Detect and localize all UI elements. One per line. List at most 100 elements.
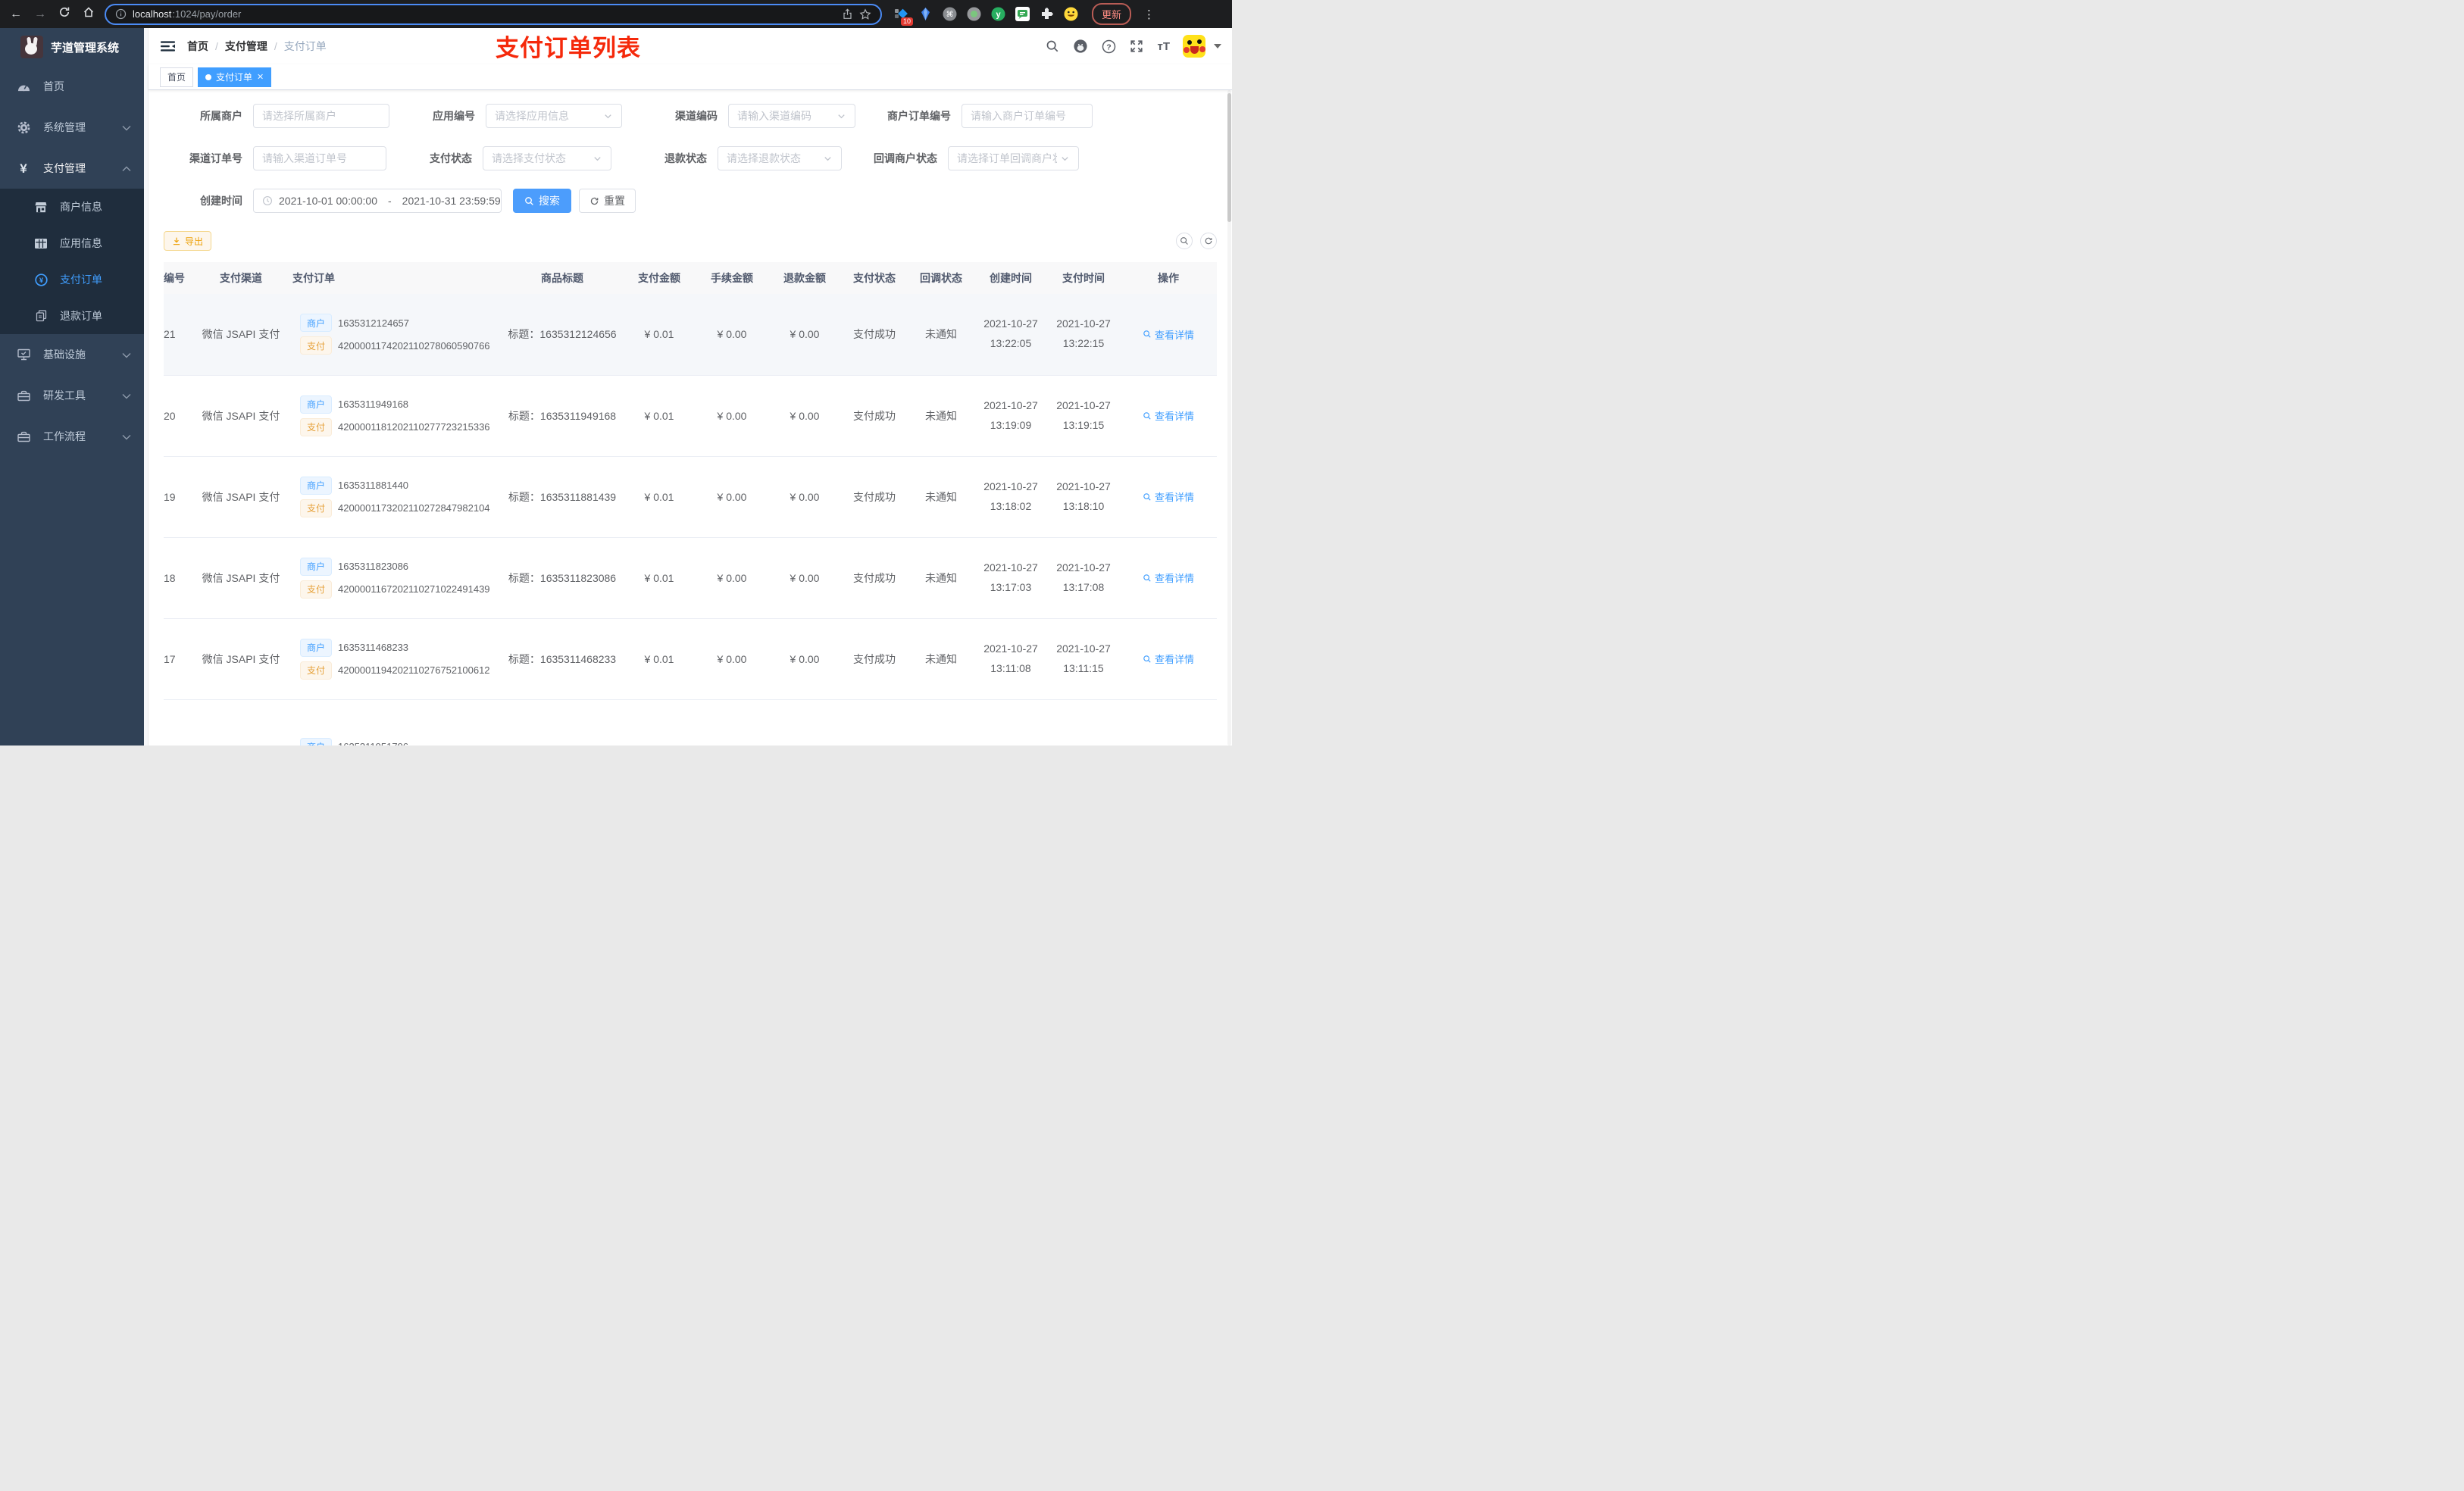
sidebar-item-payment[interactable]: ¥ 支付管理 [0,148,144,189]
window-scrollbar[interactable] [1227,90,1231,746]
breadcrumb-payment[interactable]: 支付管理 [225,39,267,54]
app-select[interactable]: 请选择应用信息 [486,104,622,128]
field-label: 回调商户状态 [874,152,937,164]
ext-command-icon[interactable]: ⌘ [943,7,957,21]
chevron-up-icon [122,162,131,174]
avatar[interactable] [1183,35,1205,58]
sidebar-item-devtools[interactable]: 研发工具 [0,375,144,416]
sidebar-item-app-info[interactable]: 应用信息 [0,225,144,261]
back-icon[interactable]: ← [8,8,24,21]
active-dot [205,73,212,80]
view-details-link[interactable]: 查看详情 [1143,570,1194,585]
yen-icon: ¥ [20,161,27,176]
reload-icon[interactable] [56,6,73,22]
ext-chat-icon[interactable] [1015,7,1030,21]
table-row[interactable]: 18 微信 JSAPI 支付 商户 1635311823086 支付 4200001… [164,537,1217,619]
screen: ← → localhost:1024/pay/order 10 ⌘ y 更新 … [0,0,1232,746]
refund-status-select[interactable]: 请选择退款状态 [718,146,842,170]
font-size-icon[interactable]: ᴛT [1157,40,1170,53]
close-icon[interactable]: ✕ [257,72,264,82]
pay-tag: 支付 [300,661,333,680]
table-row[interactable]: 20 微信 JSAPI 支付 商户 1635311949168 支付 4200001… [164,375,1217,457]
app-shell: 芋道管理系统 首页 系统管理 ¥ 支付管理 商户信息 应用信息 ¥ 支付订单 退… [0,28,1232,746]
pay-status-select[interactable]: 请选择支付状态 [483,146,611,170]
export-button[interactable]: 导出 [164,231,212,251]
search-icon[interactable] [1045,39,1060,54]
channel-order-no-input[interactable]: 请输入渠道订单号 [253,146,386,170]
ext-emoji-icon[interactable] [1064,7,1078,21]
ext-diamond-icon[interactable]: 10 [894,7,913,26]
table-row-partial[interactable]: 商户 1635311951796 [164,699,1217,746]
col-order: 支付订单 [288,262,502,294]
cell-amount: ¥ 0.01 [623,294,696,376]
caret-down-icon[interactable] [1214,44,1221,48]
sidebar-item-home[interactable]: 首页 [0,66,144,107]
channel-order-no: 4200001194202110276752100612 [338,664,490,676]
ext-y-icon[interactable]: y [991,7,1005,21]
cell-notify-status: 未通知 [908,294,974,376]
ext-record-icon[interactable] [967,7,981,21]
sidebar-item-infra[interactable]: 基础设施 [0,334,144,375]
channel-order-no: 4200001181202110277723215336 [338,421,490,433]
channel-code-select[interactable]: 请输入渠道编码 [728,104,855,128]
merchant-order-no-input[interactable]: 请输入商户订单编号 [962,104,1093,128]
fullscreen-icon[interactable] [1129,39,1144,54]
tab-pay-order[interactable]: 支付订单 ✕ [198,67,272,87]
view-details-link[interactable]: 查看详情 [1143,489,1194,504]
sidebar-item-pay-order[interactable]: ¥ 支付订单 [0,261,144,298]
cell-created: 2021-10-27 13:17:03 [974,537,1047,619]
chevron-down-icon [593,154,602,164]
breadcrumb-home[interactable]: 首页 [187,39,208,54]
table-row[interactable]: 21 微信 JSAPI 支付 商户 1635312124657 支付 4200001… [164,294,1217,376]
notify-status-select[interactable]: 请选择订单回调商户状态 [948,146,1079,170]
page-title-annotation: 支付订单列表 [496,35,641,61]
hamburger-icon[interactable] [161,40,175,52]
date-range-input[interactable]: 2021-10-01 00:00:00 - 2021-10-31 23:59:5… [253,189,502,213]
github-icon[interactable] [1073,39,1088,54]
refresh-button[interactable] [1200,233,1217,249]
view-details-link[interactable]: 查看详情 [1143,327,1194,342]
table-row[interactable]: 19 微信 JSAPI 支付 商户 1635311881440 支付 4200001… [164,456,1217,538]
view-details-label: 查看详情 [1154,411,1194,422]
col-pay-status: 支付状态 [841,262,908,294]
filter-row-1: 所属商户 请选择所属商户 应用编号 请选择应用信息 渠道编码 请输入渠道编码 商… [164,104,1217,128]
date-separator: - [388,195,392,207]
view-details-link[interactable]: 查看详情 [1143,408,1194,423]
view-details-link[interactable]: 查看详情 [1143,652,1194,666]
ext-puzzle-icon[interactable] [1040,7,1054,21]
sidebar-item-workflow[interactable]: 工作流程 [0,416,144,457]
view-details-label: 查看详情 [1154,329,1194,341]
chevron-down-icon [122,430,131,442]
tab-home[interactable]: 首页 [160,67,194,87]
url-bar[interactable]: localhost:1024/pay/order [105,3,882,25]
home-icon[interactable] [80,6,97,22]
merchant-tag: 商户 [300,638,333,657]
forward-icon[interactable]: → [32,8,48,21]
sidebar-item-system[interactable]: 系统管理 [0,107,144,148]
help-icon[interactable]: ? [1101,39,1116,54]
channel-order-no: 4200001173202110272847982104 [338,502,490,514]
merchant-input[interactable]: 请选择所属商户 [253,104,389,128]
browser-menu-icon[interactable]: ⋮ [1143,8,1155,21]
table-row[interactable]: 17 微信 JSAPI 支付 商户 1635311468233 支付 4200001… [164,618,1217,700]
sidebar-item-refund-order[interactable]: 退款订单 [0,298,144,334]
reset-button[interactable]: 重置 [579,189,636,213]
filter-app: 应用编号 请选择应用信息 [422,104,622,128]
sidebar-logo[interactable]: 芋道管理系统 [0,28,144,66]
cell-fee: ¥ 0.00 [696,618,768,700]
bookmark-star-icon[interactable] [859,8,871,20]
browser-update-button[interactable]: 更新 [1092,3,1132,25]
cell-order: 商户 1635311881440 支付 4200001173202110272847… [288,456,502,538]
sidebar-item-merchant-info[interactable]: 商户信息 [0,189,144,225]
field-label: 应用编号 [433,110,475,122]
site-info-icon[interactable] [115,8,127,20]
ext-gem-icon[interactable] [918,7,933,21]
cell-id: 20 [164,375,194,457]
share-icon[interactable] [842,8,853,20]
merchant-order-no: 1635311881440 [338,480,409,491]
field-label: 创建时间 [200,195,242,207]
scrollbar-thumb[interactable] [1227,93,1231,222]
cell-created: 2021-10-27 13:11:08 [974,618,1047,700]
search-button[interactable]: 搜索 [513,189,571,213]
show-search-button[interactable] [1176,233,1193,249]
